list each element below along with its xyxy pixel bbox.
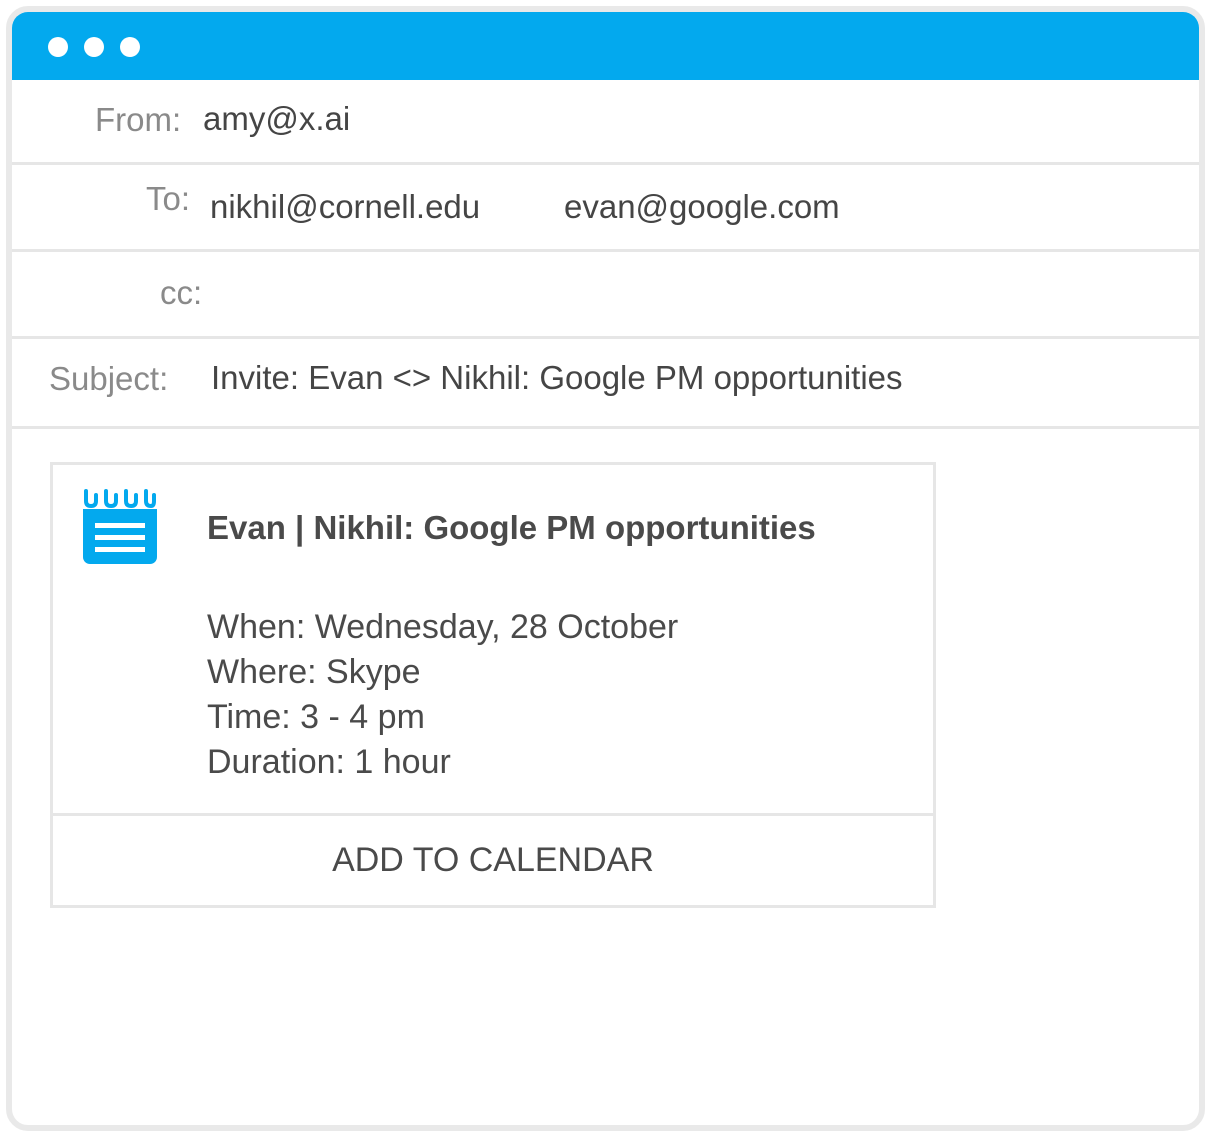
invite-when: When: Wednesday, 28 October: [207, 608, 679, 646]
calendar-invite-card: Evan | Nikhil: Google PM opportunities W…: [50, 462, 936, 908]
title-bar: [12, 12, 1199, 80]
window-dot-2[interactable]: [84, 37, 104, 57]
subject-row: Subject: Invite: Evan <> Nikhil: Google …: [12, 339, 1199, 429]
calendar-icon: [83, 489, 157, 564]
to-label: To:: [146, 180, 191, 217]
to-recipient-1[interactable]: nikhil@cornell.edu: [210, 188, 480, 226]
invite-details: When: Wednesday, 28 October Where: Skype…: [207, 605, 678, 785]
window-dot-3[interactable]: [120, 37, 140, 57]
from-row: From: amy@x.ai: [12, 80, 1199, 165]
from-label: From:: [95, 101, 182, 138]
from-value[interactable]: amy@x.ai: [203, 100, 350, 138]
cc-label: cc:: [160, 274, 203, 311]
invite-where: Where: Skype: [207, 653, 421, 691]
subject-value[interactable]: Invite: Evan <> Nikhil: Google PM opport…: [211, 359, 903, 397]
invite-time: Time: 3 - 4 pm: [207, 698, 425, 736]
window-dot-1[interactable]: [48, 37, 68, 57]
to-recipient-2[interactable]: evan@google.com: [564, 188, 840, 226]
invite-title: Evan | Nikhil: Google PM opportunities: [207, 509, 816, 546]
invite-duration: Duration: 1 hour: [207, 743, 451, 781]
email-window: From: amy@x.ai To: nikhil@cornell.edu ev…: [6, 6, 1205, 1131]
to-row: To: nikhil@cornell.edu evan@google.com: [12, 165, 1199, 252]
subject-label: Subject:: [49, 360, 169, 397]
add-to-calendar-button[interactable]: ADD TO CALENDAR: [53, 816, 933, 905]
cc-row[interactable]: cc:: [12, 252, 1199, 339]
